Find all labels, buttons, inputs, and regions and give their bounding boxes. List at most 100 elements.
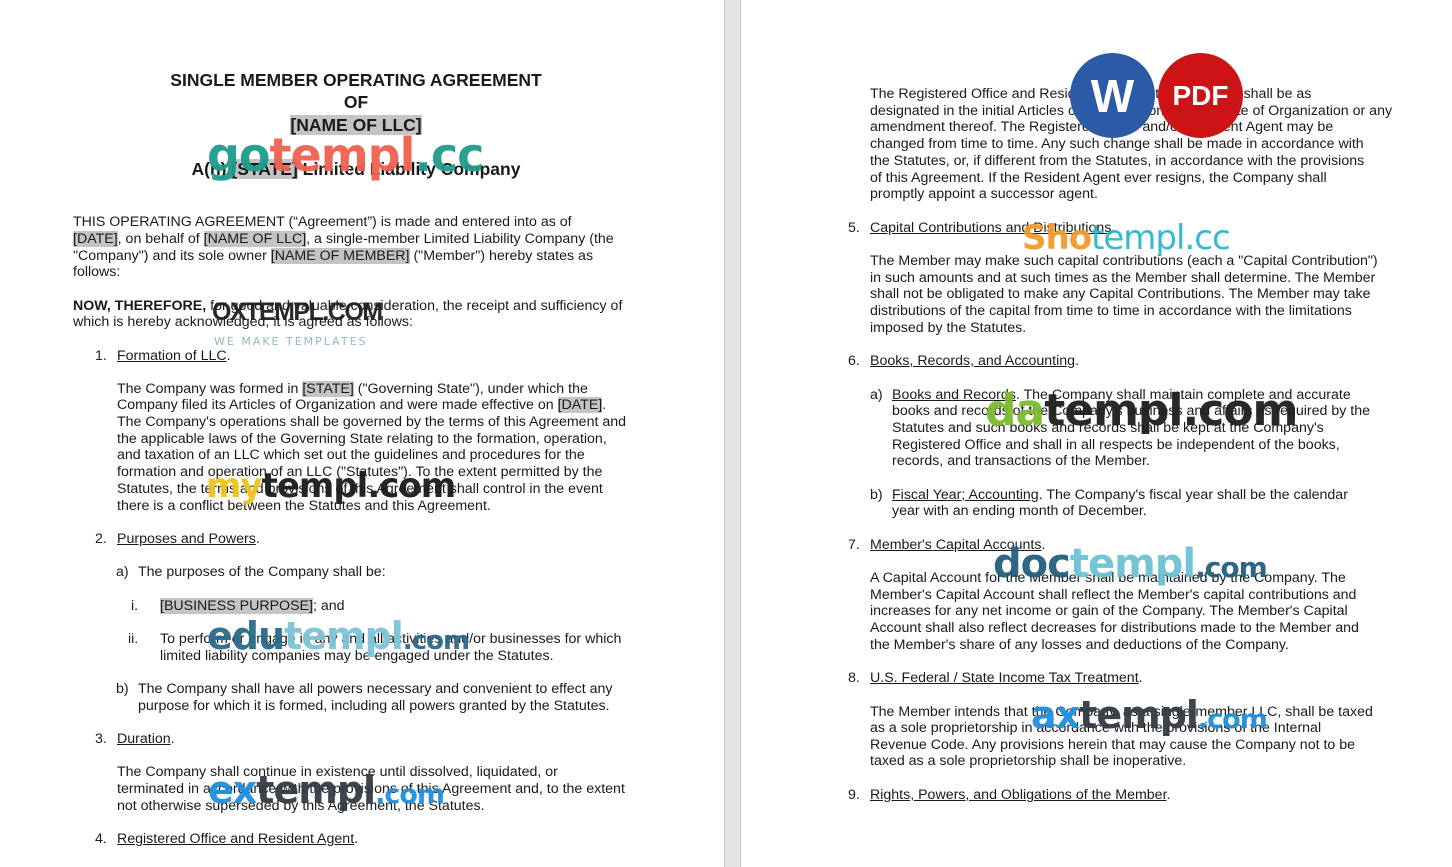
watermark-part: templ.com <box>261 466 457 506</box>
watermark-part: templ.com <box>1044 385 1298 436</box>
section-number: 9. <box>848 787 860 803</box>
watermark-part: Sho <box>1022 218 1092 258</box>
section-heading-text: Duration <box>117 731 171 747</box>
list-item-text: Registered Office and shall in all respe… <box>892 437 1340 453</box>
section-line: increases for any net income or gain of … <box>870 603 1348 619</box>
watermark-oxtempl: OXTEMPL.COM <box>212 298 383 326</box>
intro-line: THIS OPERATING AGREEMENT (“Agreement”) i… <box>73 214 572 230</box>
intro-line: "Company") and its sole owner [NAME OF M… <box>73 248 593 265</box>
watermark-axtempl: axtempl.com <box>1031 693 1268 737</box>
intro-line: follows: <box>73 264 121 280</box>
section-line: shall not be obligated to make any Capit… <box>870 286 1371 302</box>
section-heading-text: U.S. Federal / State Income Tax Treatmen… <box>870 670 1139 686</box>
section-line: Company filed its Articles of Organizati… <box>117 397 606 414</box>
watermark-part: templ.cc <box>1091 218 1231 258</box>
section-line: distributions of the capital from time t… <box>870 303 1352 319</box>
page-separator <box>724 0 741 867</box>
section-line: the Member's share of any losses and ded… <box>870 637 1289 653</box>
text: , on behalf of <box>117 231 204 247</box>
section-heading: Registered Office and Resident Agent. <box>117 831 359 847</box>
text: ("Governing State"), under which the <box>353 381 588 397</box>
watermark-extempl: extempl.com <box>208 768 445 812</box>
section-heading-text: Books, Records, and Accounting <box>870 353 1076 369</box>
watermark-mytempl: mytempl.com <box>206 466 457 506</box>
word-format-badge[interactable]: W <box>1070 53 1155 138</box>
text: . <box>602 397 607 413</box>
text: . The Company's fiscal year shall be the… <box>1038 487 1348 503</box>
placeholder-state[interactable]: [STATE] <box>302 381 354 397</box>
placeholder-date[interactable]: [DATE] <box>557 397 603 413</box>
section-line: of this Agreement. If the Resident Agent… <box>870 170 1327 186</box>
section-line: taxed as a sole proprietorship shall be … <box>870 753 1187 769</box>
section-line: changed from time to time. Any such chan… <box>870 136 1364 152</box>
section-line: and taxation of an LLC which set out the… <box>117 447 585 463</box>
watermark-part: .cc <box>414 128 484 182</box>
sublist-label: i. <box>131 598 139 614</box>
section-heading-text: Rights, Powers, and Obligations of the M… <box>870 787 1167 803</box>
subheading: Fiscal Year; Accounting <box>892 487 1039 503</box>
section-heading-text: Purposes and Powers <box>117 531 256 547</box>
word-icon: W <box>1090 69 1135 122</box>
section-line: imposed by the Statutes. <box>870 320 1027 336</box>
watermark-part: templ <box>1079 693 1199 737</box>
section-line: in such amounts and at such times as the… <box>870 270 1376 286</box>
sublist-label: ii. <box>128 631 139 647</box>
section-number: 3. <box>95 731 107 747</box>
list-label: a) <box>870 387 883 403</box>
watermark-part: doc <box>993 541 1071 587</box>
watermark-oxtempl-tagline: WE MAKE TEMPLATES <box>214 335 368 348</box>
section-heading-text: Formation of LLC <box>117 348 227 364</box>
list-item-text: year with an ending month of December. <box>892 503 1147 519</box>
pdf-icon: PDF <box>1172 79 1229 111</box>
placeholder-name-of-llc[interactable]: [NAME OF LLC] <box>203 231 307 247</box>
section-number: 8. <box>848 670 860 686</box>
intro-line: [DATE], on behalf of [NAME OF LLC], a si… <box>73 231 614 248</box>
watermark-part: ex <box>208 768 257 812</box>
list-item-text: records, and transactions of the Member. <box>892 453 1150 469</box>
watermark-part: .com <box>402 626 470 656</box>
text: , a single-member Limited Liability Comp… <box>306 231 614 247</box>
placeholder-business-purpose[interactable]: [BUSINESS PURPOSE] <box>160 598 313 614</box>
watermark-gotempl: gotempl.cc <box>207 128 484 182</box>
watermark-datempl: datempl.com <box>985 385 1298 436</box>
section-line: promptly appoint a successor agent. <box>870 186 1098 202</box>
list-label: b) <box>116 681 129 697</box>
watermark-part: templ <box>1069 541 1196 587</box>
watermark-doctempl: doctempl.com <box>993 541 1268 587</box>
document-title: SINGLE MEMBER OPERATING AGREEMENT <box>170 70 542 90</box>
section-line: Revenue Code. Any provisions herein that… <box>870 737 1356 753</box>
list-item-text: The Company shall have all powers necess… <box>138 681 613 697</box>
list-label: b) <box>870 487 883 503</box>
watermark-part: da <box>985 385 1045 436</box>
placeholder-date[interactable]: [DATE] <box>73 231 118 247</box>
document-title-of: OF <box>343 92 369 112</box>
watermark-part: ax <box>1031 693 1080 737</box>
section-line: Account shall also reflect decreases for… <box>870 620 1359 636</box>
section-line: The Company's operations shall be govern… <box>117 414 627 430</box>
watermark-part: edu <box>207 614 285 658</box>
placeholder-name-of-member[interactable]: [NAME OF MEMBER] <box>270 248 410 264</box>
document-page-left: SINGLE MEMBER OPERATING AGREEMENT OF [NA… <box>0 0 724 867</box>
section-heading: Rights, Powers, and Obligations of the M… <box>870 787 1171 803</box>
section-number: 6. <box>848 353 860 369</box>
watermark-shotempl: Shotempl.cc <box>1022 218 1231 258</box>
watermark-part: my <box>206 466 263 506</box>
now-therefore-bold: NOW, THEREFORE, <box>73 298 207 314</box>
text: Company filed its Articles of Organizati… <box>117 397 558 413</box>
section-number: 5. <box>848 220 860 236</box>
list-item-text: The purposes of the Company shall be: <box>138 564 386 580</box>
section-line: the Statutes, or, if different from the … <box>870 153 1365 169</box>
section-line: The Company was formed in [STATE] ("Gove… <box>117 381 588 398</box>
section-number: 1. <box>95 348 107 364</box>
document-page-right: The Registered Office and Resident Agent… <box>741 0 1452 867</box>
section-line: the applicable laws of the Governing Sta… <box>117 431 607 447</box>
watermark-part: templ <box>256 768 376 812</box>
watermark-part: .com <box>1197 704 1268 735</box>
watermark-part: templ <box>269 128 416 182</box>
watermark-part: .com <box>1195 551 1268 584</box>
watermark-part: templ <box>284 614 404 658</box>
watermark-part: go <box>207 128 271 182</box>
pdf-format-badge[interactable]: PDF <box>1158 53 1243 138</box>
list-item-text: purpose for which it is formed, includin… <box>138 698 610 714</box>
list-item-text: Fiscal Year; Accounting. The Company's f… <box>892 487 1348 504</box>
